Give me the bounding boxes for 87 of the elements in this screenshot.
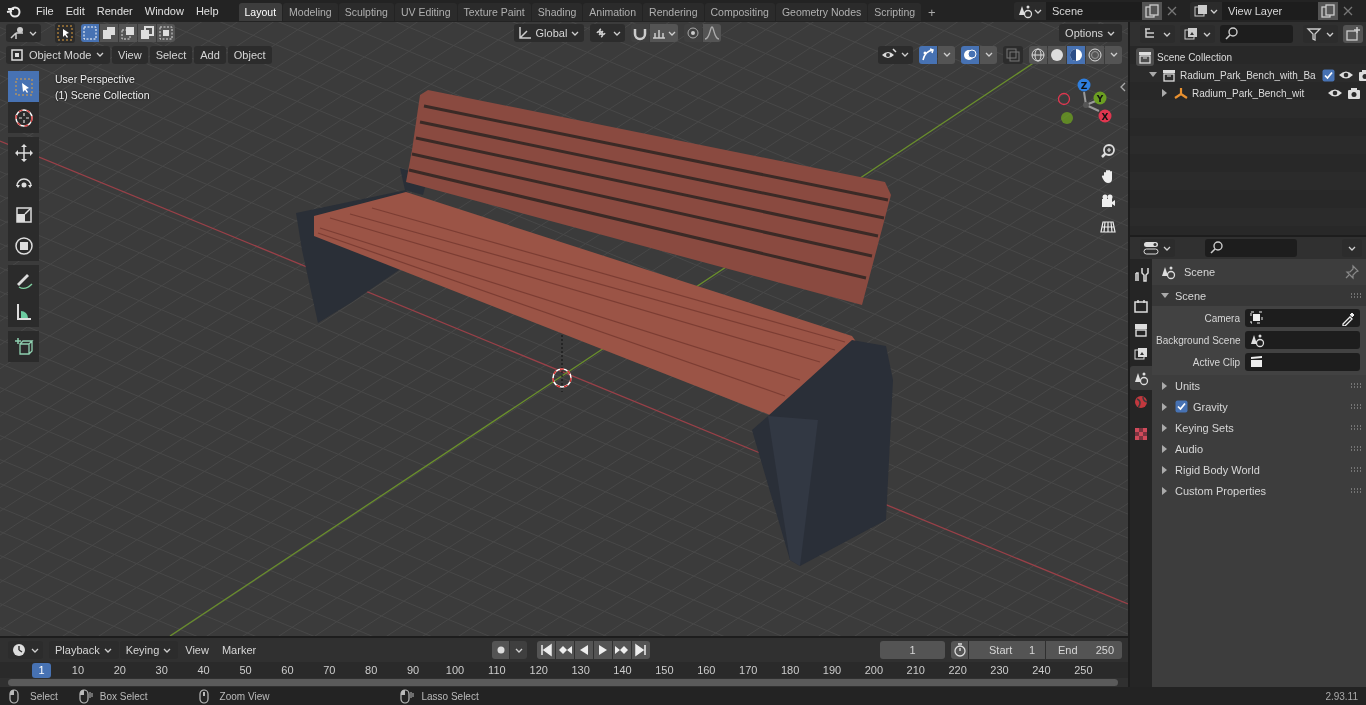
workspace-tab[interactable]: Sculpting <box>338 3 394 21</box>
panel-header[interactable]: Units <box>1175 379 1201 392</box>
viewport-info-text: (1) Scene Collection <box>55 89 150 101</box>
add-workspace-button[interactable]: + <box>922 3 942 21</box>
frame-number: 110 <box>487 664 507 676</box>
outliner-item[interactable]: Radium_Park_Bench_wit <box>1192 87 1305 99</box>
end-frame-field[interactable]: End 250 <box>1046 641 1122 659</box>
menu-item[interactable]: View <box>179 641 215 659</box>
menu-item[interactable]: View <box>112 45 148 64</box>
outliner-item[interactable]: Scene Collection <box>1157 51 1233 63</box>
frame-number: 230 <box>989 664 1010 676</box>
workspace-tab[interactable]: Scripting <box>868 3 922 21</box>
frame-number: 100 <box>444 664 466 676</box>
scene-name-field[interactable]: Scene <box>1046 2 1142 20</box>
shortcut-hint: Zoom View <box>219 690 270 702</box>
frame-number: 210 <box>905 664 926 676</box>
start-frame-field[interactable]: Start 1 <box>969 641 1045 659</box>
options-dropdown[interactable]: Options <box>1059 24 1122 42</box>
current-frame-marker[interactable]: 1 <box>32 662 51 678</box>
workspace-tab[interactable]: Geometry Nodes <box>775 3 868 21</box>
frame-number: 240 <box>1031 664 1052 676</box>
menu-item[interactable]: Edit <box>59 2 91 20</box>
field-label: Active Clip <box>1191 356 1240 368</box>
context-label: Scene <box>1184 266 1216 278</box>
menu-item[interactable]: Playback <box>49 641 119 659</box>
panel-header[interactable]: Scene <box>1175 289 1207 302</box>
menu-item[interactable]: File <box>30 2 60 20</box>
axis-handle[interactable]: X <box>1098 109 1112 123</box>
field-value: 250 <box>1095 644 1114 656</box>
field-label: Camera <box>1203 312 1240 324</box>
workspace-tab[interactable]: Texture Paint <box>457 3 531 21</box>
field-label: End <box>1058 644 1078 656</box>
frame-number: 180 <box>779 664 801 676</box>
menu-item[interactable]: Object <box>227 45 272 64</box>
frame-number: 60 <box>280 664 295 676</box>
outliner-item[interactable]: Radium_Park_Bench_with_Ba <box>1180 69 1316 81</box>
frame-number: 40 <box>196 664 211 676</box>
panel-header[interactable]: Rigid Body World <box>1175 463 1260 476</box>
workspace-tab[interactable]: Compositing <box>704 3 775 21</box>
frame-number: 190 <box>821 664 843 676</box>
workspace-tab[interactable]: Animation <box>583 3 643 21</box>
workspace-tab[interactable]: Shading <box>531 3 583 21</box>
workspace-tab[interactable]: Rendering <box>643 3 704 21</box>
workspace-tab[interactable]: Layout <box>238 3 283 21</box>
shortcut-hint: Lasso Select <box>421 690 479 702</box>
axis-handle[interactable]: Z <box>1077 78 1091 92</box>
frame-number: 120 <box>528 664 549 676</box>
menu-item[interactable]: Keying <box>119 641 179 659</box>
menu-item[interactable]: Render <box>90 2 139 20</box>
frame-number: 50 <box>238 664 253 676</box>
menu-item[interactable]: Marker <box>215 641 263 659</box>
frame-number: 250 <box>1073 664 1094 676</box>
menu-item[interactable]: Add <box>194 45 226 64</box>
frame-number: 220 <box>947 664 968 676</box>
frame-number: 200 <box>863 664 885 676</box>
field-label: Background Scene <box>1156 334 1240 346</box>
menu-item[interactable]: Help <box>189 2 225 20</box>
frame-number: 70 <box>322 664 337 676</box>
current-frame-field[interactable]: 1 <box>880 641 945 659</box>
panel-header[interactable]: Custom Properties <box>1175 484 1267 497</box>
mode-dropdown[interactable]: Object Mode <box>6 45 110 64</box>
menu-item[interactable]: Window <box>138 2 190 20</box>
shortcut-hint: Select <box>30 690 58 702</box>
frame-number: 90 <box>405 664 421 676</box>
frame-number: 150 <box>654 664 675 676</box>
frame-number: 80 <box>364 664 379 676</box>
view-layer-field[interactable]: View Layer <box>1222 2 1318 20</box>
axis-handle[interactable]: Y <box>1093 91 1107 105</box>
field-label: Start <box>989 644 1013 656</box>
frame-number: 30 <box>154 664 169 676</box>
version-label: 2.93.11 <box>1325 690 1358 702</box>
frame-number: 140 <box>612 664 633 676</box>
frame-number: 10 <box>70 664 86 676</box>
panel-header[interactable]: Gravity <box>1193 400 1228 413</box>
panel-header[interactable]: Audio <box>1175 442 1204 455</box>
workspace-tab[interactable]: Modeling <box>283 3 338 21</box>
transform-orientation-dropdown[interactable]: Global <box>513 24 584 42</box>
panel-header[interactable]: Keying Sets <box>1175 421 1234 434</box>
frame-number: 170 <box>738 664 759 676</box>
menu-item[interactable]: Select <box>149 45 193 64</box>
frame-number: 20 <box>112 664 127 676</box>
frame-number: 160 <box>696 664 717 676</box>
viewport-info-text: User Perspective <box>55 73 136 85</box>
frame-number: 130 <box>570 664 591 676</box>
workspace-tab[interactable]: UV Editing <box>394 3 457 21</box>
field-value: 1 <box>1028 644 1035 656</box>
shortcut-hint: Box Select <box>99 690 148 702</box>
